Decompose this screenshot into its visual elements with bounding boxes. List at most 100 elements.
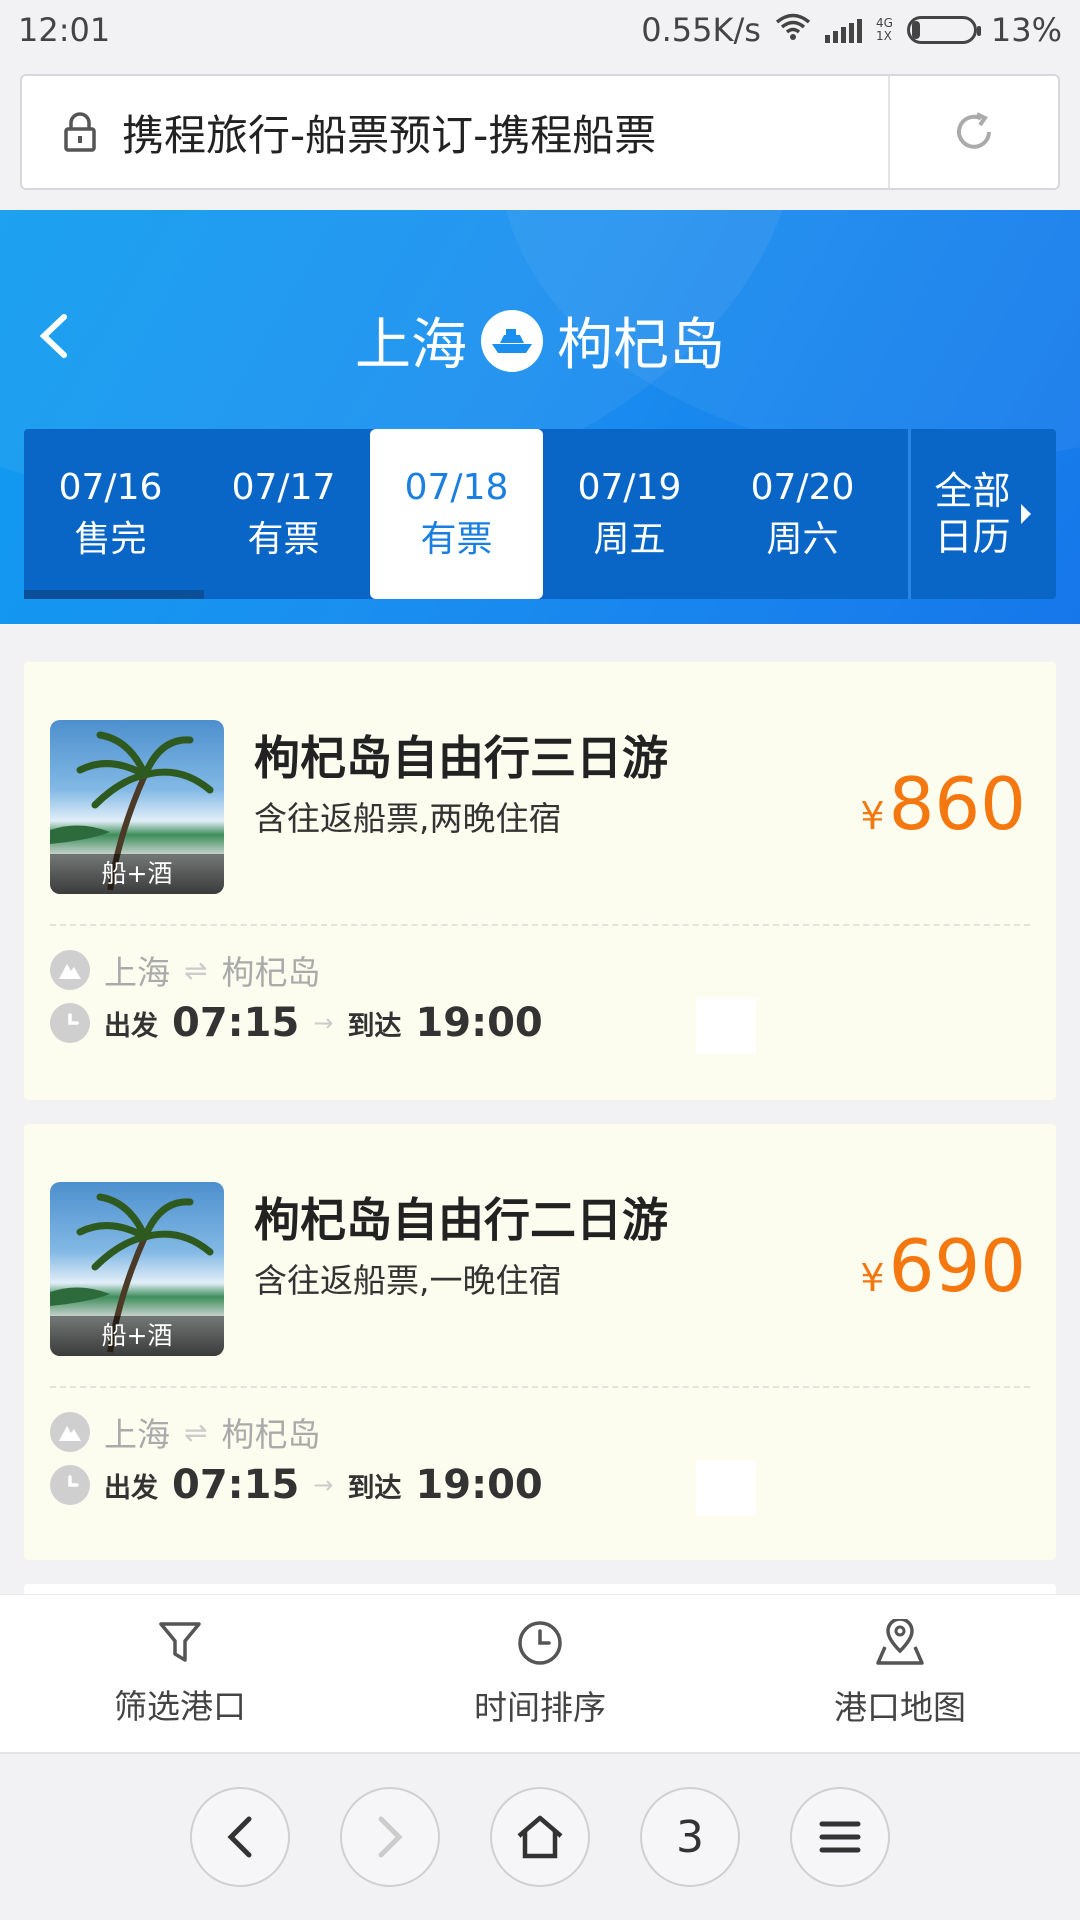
depart-label: 出发 — [104, 1472, 158, 1504]
ship-icon — [481, 309, 543, 372]
arrive-time: 19:00 — [415, 1000, 543, 1046]
route-title: 上海 枸杞岛 — [0, 300, 1080, 381]
calendar-label-2: 日历 — [934, 515, 1011, 559]
date-label: 07/18 — [404, 467, 509, 508]
route-from: 上海 — [355, 313, 467, 378]
package-title: 枸杞岛自由行二日游 — [254, 1193, 668, 1247]
currency-symbol: ¥ — [860, 794, 885, 838]
date-tab-0717[interactable]: 07/17 有票 — [197, 429, 370, 599]
currency-symbol: ¥ — [860, 1256, 885, 1300]
round-trip-icon: ⇌ — [184, 1415, 208, 1449]
package-tag: 船+酒 — [50, 854, 224, 894]
wifi-icon — [775, 11, 811, 49]
package-tag: 船+酒 — [50, 1316, 224, 1356]
depart-time: 07:15 — [172, 1462, 300, 1508]
clock-icon — [50, 1003, 90, 1043]
date-tab-0719[interactable]: 07/19 周五 — [543, 429, 716, 599]
route-to: 枸杞岛 — [557, 313, 725, 378]
date-tab-0720[interactable]: 07/20 周六 — [716, 429, 889, 599]
calendar-label-1: 全部 — [934, 469, 1011, 513]
arrive-label: 到达 — [347, 1010, 402, 1042]
browser-back-button[interactable] — [190, 1787, 290, 1887]
package-description: 含往返船票,两晚住宿 — [254, 799, 562, 838]
full-calendar-button[interactable]: 全部 日历 — [908, 429, 1056, 599]
package-price: ¥ 690 — [860, 1224, 1026, 1308]
placeholder-box — [696, 1460, 756, 1516]
arrive-label: 到达 — [347, 1472, 402, 1504]
status-time: 12:01 — [18, 11, 111, 49]
route-from: 上海 — [104, 953, 170, 992]
schedule-row: 出发 07:15 → 到达 19:00 — [50, 1462, 543, 1508]
clock-icon — [518, 1620, 562, 1665]
reload-button[interactable] — [888, 76, 1058, 188]
menu-icon — [819, 1821, 861, 1853]
signal-icon — [824, 17, 862, 43]
browser-forward-button[interactable] — [340, 1787, 440, 1887]
arrow-right-icon: → — [313, 1009, 334, 1037]
network-speed: 0.55K/s — [641, 11, 761, 49]
tool-label: 筛选港口 — [114, 1686, 246, 1726]
reload-icon — [957, 112, 991, 149]
clock-icon — [50, 1465, 90, 1505]
card-divider — [50, 924, 1030, 926]
lock-icon — [52, 112, 108, 152]
port-map-button[interactable]: 港口地图 — [720, 1595, 1080, 1752]
arrive-time: 19:00 — [415, 1462, 543, 1508]
package-title: 枸杞岛自由行三日游 — [254, 731, 668, 785]
price-value: 690 — [888, 1224, 1026, 1308]
browser-nav-bar: 3 — [0, 1754, 1080, 1920]
date-status: 周五 — [593, 519, 666, 560]
battery-percent: 13% — [990, 11, 1062, 49]
tool-label: 时间排序 — [474, 1687, 606, 1727]
date-status: 售完 — [74, 519, 147, 560]
chevron-left-icon — [227, 1816, 252, 1858]
date-label: 07/19 — [577, 467, 682, 508]
status-right: 0.55K/s 4G 1X 13% — [641, 11, 1062, 49]
filter-icon — [159, 1621, 201, 1662]
scroll-indicator — [24, 590, 204, 599]
date-status: 周六 — [766, 519, 839, 560]
page-title-url[interactable]: 携程旅行-船票预订-携程船票 — [108, 102, 888, 163]
package-price: ¥ 860 — [860, 762, 1026, 846]
bottom-toolbar: 筛选港口 时间排序 港口地图 — [0, 1594, 1080, 1754]
schedule-row: 出发 07:15 → 到达 19:00 — [50, 1000, 543, 1046]
placeholder-box — [696, 998, 756, 1054]
price-value: 860 — [888, 762, 1026, 846]
depart-label: 出发 — [104, 1010, 158, 1042]
browser-menu-button[interactable] — [790, 1787, 890, 1887]
round-trip-icon: ⇌ — [184, 953, 208, 987]
date-label: 07/16 — [58, 467, 163, 508]
package-card[interactable]: 船+酒 枸杞岛自由行二日游 含往返船票,一晚住宿 ¥ 690 上海 ⇌ 枸杞岛 … — [24, 1124, 1056, 1560]
date-tab-0718[interactable]: 07/18 有票 — [370, 429, 543, 599]
time-sort-button[interactable]: 时间排序 — [360, 1595, 720, 1752]
status-bar: 12:01 0.55K/s 4G 1X 13% — [0, 0, 1080, 60]
card-divider — [50, 1386, 1030, 1388]
date-label: 07/20 — [750, 467, 855, 508]
filter-port-button[interactable]: 筛选港口 — [0, 1595, 360, 1752]
date-selector: 07/16 售完 07/17 有票 07/18 有票 07/19 周五 07/2… — [24, 429, 1056, 599]
arrow-right-icon: → — [313, 1471, 334, 1499]
package-description: 含往返船票,一晚住宿 — [254, 1261, 562, 1300]
browser-tabs-button[interactable]: 3 — [640, 1787, 740, 1887]
date-status: 有票 — [420, 519, 493, 560]
date-tab-0716[interactable]: 07/16 售完 — [24, 429, 204, 599]
caret-right-icon — [1020, 504, 1031, 524]
date-status: 有票 — [247, 519, 320, 560]
mountain-icon — [50, 950, 90, 990]
package-thumbnail: 船+酒 — [50, 1182, 224, 1356]
home-icon — [517, 1815, 563, 1859]
network-type-bottom: 1X — [875, 29, 892, 43]
package-thumbnail: 船+酒 — [50, 720, 224, 894]
browser-home-button[interactable] — [490, 1787, 590, 1887]
route-row: 上海 ⇌ 枸杞岛 — [50, 1408, 320, 1456]
mountain-icon — [50, 1412, 90, 1452]
route-to: 枸杞岛 — [221, 1415, 321, 1454]
tool-label: 港口地图 — [834, 1687, 966, 1727]
package-card[interactable]: 船+酒 枸杞岛自由行三日游 含往返船票,两晚住宿 ¥ 860 上海 ⇌ 枸杞岛 … — [24, 662, 1056, 1100]
address-bar[interactable]: 携程旅行-船票预订-携程船票 — [20, 74, 1060, 190]
date-label: 07/17 — [231, 467, 336, 508]
depart-time: 07:15 — [172, 1000, 300, 1046]
network-type: 4G 1X — [876, 17, 893, 43]
route-from: 上海 — [104, 1415, 170, 1454]
battery-icon — [906, 16, 981, 44]
